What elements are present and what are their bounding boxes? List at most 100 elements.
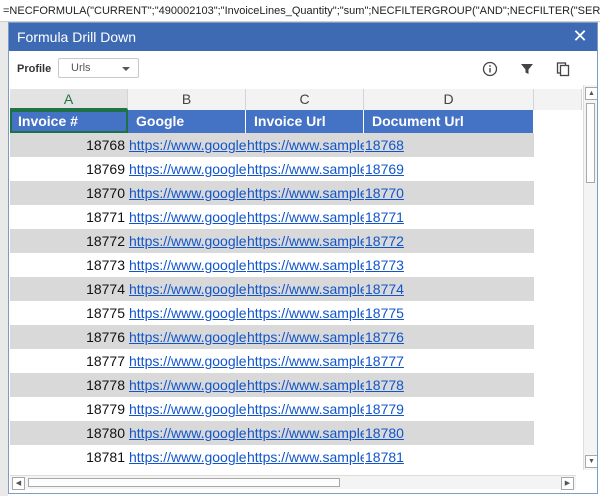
table-row: 18771https://www.google.comhttps://www.s… [10, 205, 582, 229]
table-row: 18775https://www.google.comhttps://www.s… [10, 301, 582, 325]
cell-invoice-url-link[interactable]: https://www.sample.com [246, 421, 364, 445]
cell-invoice-url-link[interactable]: https://www.sample.com [246, 181, 364, 205]
chevron-down-icon [122, 67, 130, 71]
cell-invoice-url-link[interactable]: https://www.sample.com [246, 373, 364, 397]
cell-invoice-number: 18775 [10, 301, 128, 325]
cell-google-link[interactable]: https://www.google.com [128, 301, 246, 325]
header-document-url[interactable]: Document Url [364, 110, 534, 133]
scroll-up-icon[interactable]: ▲ [585, 87, 597, 100]
cell-document-url-link[interactable]: 18780 [364, 421, 534, 445]
cell-google-link[interactable]: https://www.google.com [128, 157, 246, 181]
cell-document-url-link[interactable]: 18779 [364, 397, 534, 421]
cell-document-url-link[interactable]: 18777 [364, 349, 534, 373]
table-row: 18776https://www.google.comhttps://www.s… [10, 325, 582, 349]
column-letter-c[interactable]: C [246, 89, 364, 110]
cell-invoice-number: 18771 [10, 205, 128, 229]
cell-invoice-url-link[interactable]: https://www.sample.com [246, 205, 364, 229]
cell-document-url-link[interactable]: 18768 [364, 133, 534, 157]
cell-google-link[interactable]: https://www.google.com [128, 445, 246, 469]
cell-google-link[interactable]: https://www.google.com [128, 133, 246, 157]
cell-invoice-url-link[interactable]: https://www.sample.com [246, 133, 364, 157]
cell-invoice-number: 18772 [10, 229, 128, 253]
cell-invoice-url-link[interactable]: https://www.sample.com [246, 325, 364, 349]
cell-document-url-link[interactable]: 18781 [364, 445, 534, 469]
cell-invoice-number: 18774 [10, 277, 128, 301]
cell-invoice-number: 18768 [10, 133, 128, 157]
cell-google-link[interactable]: https://www.google.com [128, 229, 246, 253]
column-letter-headers: A B C D [10, 89, 582, 111]
column-letter-empty [534, 89, 582, 110]
table-row: 18779https://www.google.comhttps://www.s… [10, 397, 582, 421]
close-icon[interactable]: ✕ [571, 27, 589, 45]
field-header-row: Invoice # Google Invoice Url Document Ur… [10, 110, 582, 133]
cell-invoice-url-link[interactable]: https://www.sample.com [246, 229, 364, 253]
info-icon[interactable] [482, 61, 498, 77]
dialog-title: Formula Drill Down [17, 29, 137, 45]
cell-document-url-link[interactable]: 18770 [364, 181, 534, 205]
profile-label: Profile [17, 63, 52, 75]
cell-document-url-link[interactable]: 18771 [364, 205, 534, 229]
cell-invoice-number: 18770 [10, 181, 128, 205]
cell-google-link[interactable]: https://www.google.com [128, 277, 246, 301]
cell-invoice-url-link[interactable]: https://www.sample.com [246, 253, 364, 277]
cell-invoice-url-link[interactable]: https://www.sample.com [246, 397, 364, 421]
cell-google-link[interactable]: https://www.google.com [128, 349, 246, 373]
cell-document-url-link[interactable]: 18769 [364, 157, 534, 181]
vertical-scrollbar[interactable]: ▲ ▼ [583, 85, 597, 470]
cell-google-link[interactable]: https://www.google.com [128, 373, 246, 397]
column-letter-d[interactable]: D [364, 89, 534, 110]
cell-invoice-number: 18773 [10, 253, 128, 277]
horizontal-scroll-thumb[interactable] [28, 478, 340, 487]
formula-bar[interactable]: =NECFORMULA("CURRENT";"490002103";"Invoi… [0, 0, 600, 22]
table-row: 18774https://www.google.comhttps://www.s… [10, 277, 582, 301]
table-row: 18768https://www.google.comhttps://www.s… [10, 133, 582, 157]
dialog-titlebar[interactable]: Formula Drill Down ✕ [9, 23, 597, 51]
filter-icon[interactable] [519, 61, 535, 77]
cell-document-url-link[interactable]: 18778 [364, 373, 534, 397]
table-row: 18769https://www.google.comhttps://www.s… [10, 157, 582, 181]
profile-selected-value: Urls [71, 62, 91, 74]
header-invoice-url[interactable]: Invoice Url [246, 110, 364, 133]
formula-drill-down-dialog: Formula Drill Down ✕ Profile Urls A B C … [8, 22, 598, 494]
cell-google-link[interactable]: https://www.google.com [128, 205, 246, 229]
cell-invoice-url-link[interactable]: https://www.sample.com [246, 349, 364, 373]
cell-google-link[interactable]: https://www.google.com [128, 325, 246, 349]
scroll-right-icon[interactable]: ▶ [561, 477, 574, 490]
cell-google-link[interactable]: https://www.google.com [128, 181, 246, 205]
cell-invoice-number: 18779 [10, 397, 128, 421]
scroll-left-icon[interactable]: ◀ [12, 477, 25, 490]
header-google[interactable]: Google [128, 110, 246, 133]
cell-invoice-url-link[interactable]: https://www.sample.com [246, 445, 364, 469]
scroll-down-icon[interactable]: ▼ [585, 455, 597, 468]
cell-invoice-number: 18776 [10, 325, 128, 349]
cell-invoice-url-link[interactable]: https://www.sample.com [246, 157, 364, 181]
cell-invoice-number: 18777 [10, 349, 128, 373]
table-row: 18772https://www.google.comhttps://www.s… [10, 229, 582, 253]
column-letter-b[interactable]: B [128, 89, 246, 110]
cell-google-link[interactable]: https://www.google.com [128, 253, 246, 277]
cell-document-url-link[interactable]: 18775 [364, 301, 534, 325]
copy-icon[interactable] [555, 61, 571, 77]
table-row: 18780 https://www.google.comhttps://www.s… [10, 421, 582, 445]
cell-google-link[interactable]: https://www.google.com [128, 397, 246, 421]
dialog-toolbar: Profile Urls [9, 51, 597, 89]
profile-dropdown[interactable]: Urls [58, 58, 139, 78]
cell-invoice-url-link[interactable]: https://www.sample.com [246, 301, 364, 325]
horizontal-scrollbar[interactable]: ◀ ▶ [10, 475, 576, 490]
header-invoice-number[interactable]: Invoice # [10, 110, 128, 133]
cell-document-url-link[interactable]: 18776 [364, 325, 534, 349]
worksheet-edge [0, 22, 8, 496]
cell-document-url-link[interactable]: 18774 [364, 277, 534, 301]
cell-google-link[interactable]: https://www.google.com [128, 421, 246, 445]
table-row: 18781https://www.google.comhttps://www.s… [10, 445, 582, 469]
column-letter-a[interactable]: A [10, 89, 128, 110]
table-row: 18773https://www.google.comhttps://www.s… [10, 253, 582, 277]
cell-document-url-link[interactable]: 18773 [364, 253, 534, 277]
cell-invoice-number: 18781 [10, 445, 128, 469]
drill-down-grid: A B C D Invoice # Google Invoice Url Doc… [10, 89, 582, 470]
vertical-scroll-thumb[interactable] [586, 103, 595, 183]
data-rows: 18768https://www.google.comhttps://www.s… [10, 133, 582, 469]
cell-document-url-link[interactable]: 18772 [364, 229, 534, 253]
cell-invoice-number: 18769 [10, 157, 128, 181]
cell-invoice-url-link[interactable]: https://www.sample.com [246, 277, 364, 301]
